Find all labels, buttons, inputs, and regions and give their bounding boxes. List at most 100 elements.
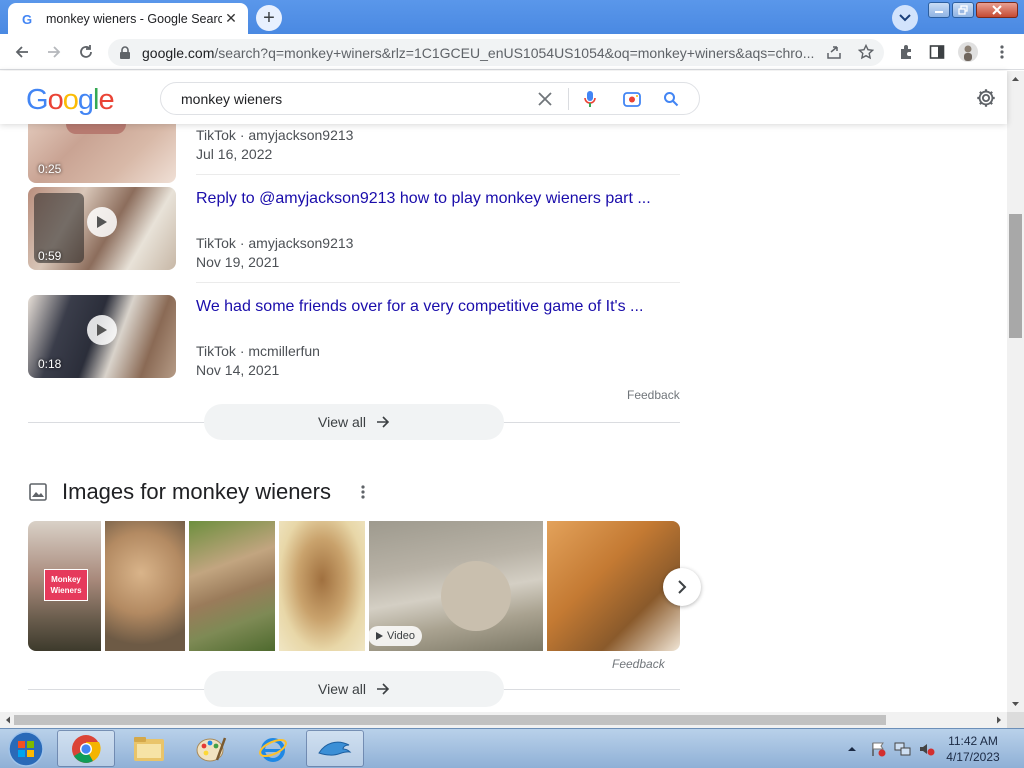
result-divider — [196, 174, 680, 175]
search-box[interactable]: monkey wieners — [160, 82, 700, 115]
video-thumbnail[interactable]: 0:25 — [28, 124, 176, 183]
tab-title: monkey wieners - Google Search — [46, 11, 222, 26]
taskbar-clock[interactable]: 11:42 AM 4/17/2023 — [936, 733, 1010, 765]
browser-tab[interactable]: G monkey wieners - Google Search ✕ — [8, 3, 248, 34]
taskbar-chrome[interactable] — [57, 730, 115, 767]
video-date: Nov 14, 2021 — [196, 362, 280, 378]
videos-feedback-link[interactable]: Feedback — [627, 388, 680, 402]
scroll-up-icon[interactable] — [1007, 73, 1024, 85]
volume-muted-icon[interactable] — [918, 741, 936, 757]
start-button[interactable] — [6, 731, 46, 767]
restore-button[interactable] — [952, 2, 974, 18]
video-duration: 0:18 — [38, 357, 62, 371]
video-badge-label: Video — [387, 630, 415, 642]
image-overlay-text: Monkey Wieners — [44, 569, 88, 601]
forward-button[interactable] — [42, 40, 66, 64]
close-icon — [992, 5, 1002, 15]
video-date: Nov 19, 2021 — [196, 254, 280, 270]
menu-kebab-icon[interactable] — [992, 42, 1012, 62]
voice-search-icon[interactable] — [583, 90, 597, 108]
taskbar-explorer[interactable] — [120, 730, 178, 767]
video-source: TikTok · amyjackson9213 — [196, 127, 354, 143]
images-section-header: Images for monkey wieners — [28, 479, 371, 505]
taskbar-paint[interactable] — [182, 730, 240, 767]
image-result[interactable] — [547, 521, 680, 651]
close-window-button[interactable] — [976, 2, 1018, 18]
taskbar-internet-explorer[interactable] — [244, 730, 302, 767]
clear-search-icon[interactable] — [538, 91, 552, 106]
dolphin-icon — [318, 741, 352, 756]
network-icon[interactable] — [894, 741, 912, 757]
back-button[interactable] — [10, 40, 34, 64]
horizontal-scroll-thumb[interactable] — [14, 715, 886, 725]
video-title-link[interactable]: Reply to @amyjackson9213 how to play mon… — [196, 190, 651, 208]
vertical-scroll-thumb[interactable] — [1009, 214, 1022, 338]
video-duration: 0:59 — [38, 249, 62, 263]
bookmark-star-icon[interactable] — [856, 42, 876, 62]
search-input[interactable]: monkey wieners — [181, 91, 538, 107]
image-result[interactable] — [189, 521, 275, 651]
restore-icon — [958, 5, 968, 15]
action-center-flag-icon[interactable] — [870, 741, 886, 757]
minimize-button[interactable] — [928, 2, 950, 18]
arrow-right-icon — [377, 683, 390, 695]
images-section-title[interactable]: Images for monkey wieners — [62, 479, 331, 505]
minimize-icon — [935, 11, 943, 13]
video-badge: Video — [368, 626, 422, 646]
chevron-down-icon — [899, 14, 911, 22]
video-duration: 0:25 — [38, 162, 62, 176]
show-hidden-icons-icon[interactable] — [846, 743, 858, 755]
address-bar[interactable]: google.com/search?q=monkey+winers&rlz=1C… — [108, 39, 884, 66]
side-panel-icon[interactable] — [927, 42, 947, 62]
google-header: Google monkey wieners — [0, 71, 1007, 124]
paint-palette-icon — [196, 737, 227, 761]
extensions-icon[interactable] — [896, 42, 916, 62]
play-icon — [87, 207, 117, 237]
reload-icon — [80, 45, 92, 58]
taskbar-dolphin-app[interactable] — [306, 730, 364, 767]
search-divider — [568, 87, 569, 110]
svg-text:Google: Google — [26, 84, 114, 115]
video-source: TikTok · amyjackson9213 — [196, 235, 354, 251]
internet-explorer-icon — [259, 737, 287, 762]
folder-icon — [134, 736, 164, 761]
vertical-scrollbar[interactable] — [1007, 71, 1024, 712]
video-thumbnail[interactable]: 0:18 — [28, 295, 176, 378]
image-result[interactable] — [279, 521, 365, 651]
back-arrow-icon — [15, 46, 28, 58]
video-title-link[interactable]: We had some friends over for a very comp… — [196, 298, 643, 316]
chevron-right-icon — [678, 580, 687, 594]
scroll-right-icon[interactable] — [993, 712, 1005, 728]
play-small-icon — [376, 632, 383, 640]
search-icon[interactable] — [663, 91, 679, 107]
image-result[interactable]: Monkey Wieners — [28, 521, 101, 651]
close-tab-icon[interactable]: ✕ — [222, 10, 240, 28]
videos-view-all-button[interactable]: View all — [204, 404, 504, 440]
settings-gear-icon[interactable] — [975, 87, 997, 109]
new-tab-button[interactable]: + — [256, 5, 282, 31]
horizontal-scrollbar[interactable] — [0, 712, 1007, 728]
images-view-all-button[interactable]: View all — [204, 671, 504, 707]
reload-button[interactable] — [74, 40, 98, 64]
image-result[interactable] — [105, 521, 185, 651]
video-thumbnail[interactable]: 0:59 — [28, 187, 176, 270]
arrow-right-icon — [377, 416, 390, 428]
scroll-left-icon[interactable] — [2, 712, 14, 728]
svg-text:G: G — [22, 12, 32, 27]
more-options-icon[interactable] — [355, 482, 371, 502]
url-host: google.com — [142, 44, 215, 61]
share-icon[interactable] — [824, 42, 844, 62]
image-carousel-next-button[interactable] — [663, 568, 701, 606]
video-source: TikTok · mcmillerfun — [196, 343, 320, 359]
clock-time: 11:42 AM — [948, 734, 998, 748]
google-logo[interactable]: Google — [26, 83, 116, 123]
image-search-icon[interactable] — [623, 91, 641, 107]
image-monkey-shape — [441, 561, 511, 631]
browser-toolbar: google.com/search?q=monkey+winers&rlz=1C… — [0, 34, 1024, 70]
url-text: google.com/search?q=monkey+winers&rlz=1C… — [142, 45, 884, 61]
tab-search-button[interactable] — [892, 5, 918, 31]
images-feedback-link[interactable]: Feedback — [612, 657, 665, 671]
search-results: 0:25 TikTok · amyjackson9213 Jul 16, 202… — [0, 124, 1007, 712]
profile-avatar[interactable] — [958, 42, 978, 62]
scroll-down-icon[interactable] — [1007, 698, 1024, 710]
